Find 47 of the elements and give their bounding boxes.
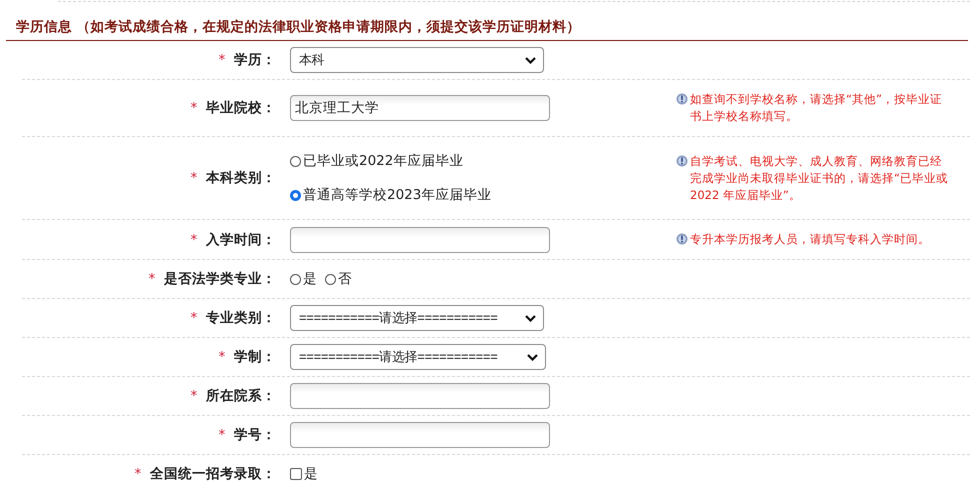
radio-button[interactable] <box>290 190 301 200</box>
dropdown[interactable]: 本科 <box>290 47 544 73</box>
chevron-icon <box>527 354 538 360</box>
option-label: 是 <box>303 270 317 288</box>
chevron-icon <box>525 56 536 64</box>
dropdown[interactable]: ===========请选择=========== <box>290 305 544 331</box>
hint-text: 如查询不到学校名称，请选择“其他”，按毕业证书上学校名称填写。 <box>690 91 943 125</box>
radio-button[interactable] <box>325 274 336 284</box>
input-field[interactable] <box>290 422 550 448</box>
dropdown[interactable]: ===========请选择=========== <box>290 344 546 370</box>
required-mark: * <box>190 388 198 404</box>
field-label: 专业类别： <box>206 310 276 326</box>
checkbox[interactable] <box>290 468 302 480</box>
info-icon <box>676 93 688 105</box>
field-label: 毕业院校： <box>206 100 276 116</box>
required-mark: * <box>148 271 156 287</box>
chevron-icon <box>525 314 536 322</box>
option-label: 否 <box>338 270 352 288</box>
field-label: 本科类别： <box>206 170 276 186</box>
option-label: 已毕业或2022年应届毕业 <box>303 152 464 170</box>
input-field[interactable] <box>290 226 550 252</box>
radio-button[interactable] <box>290 156 301 166</box>
field-label: 学号： <box>234 427 276 443</box>
required-mark: * <box>190 310 198 326</box>
input-field[interactable] <box>290 383 550 409</box>
required-mark: * <box>134 466 142 482</box>
required-mark: * <box>218 349 226 365</box>
option-label: 是 <box>304 465 318 483</box>
radio-button[interactable] <box>290 274 301 284</box>
info-icon <box>676 154 688 166</box>
field-label: 所在院系： <box>206 388 276 404</box>
section-title: 学历信息 （如考试成绩合格，在规定的法律职业资格申请期限内，须提交该学历证明材料） <box>6 18 968 41</box>
field-label: 入学时间： <box>206 232 276 248</box>
field-label: 学历： <box>234 52 276 68</box>
required-mark: * <box>218 52 226 68</box>
required-mark: * <box>190 170 198 186</box>
info-icon <box>676 233 688 245</box>
required-mark: * <box>218 427 226 443</box>
field-label: 是否法学类专业： <box>164 271 276 287</box>
required-mark: * <box>190 100 198 116</box>
hint-text: 专升本学历报考人员，请填写专科入学时间。 <box>690 231 930 248</box>
field-label: 学制： <box>234 349 276 365</box>
hint-text: 自学考试、电视大学、成人教育、网络教育已经完成学业尚未取得毕业证书的，请选择“已毕业或 2022 年应届毕业”。 <box>690 152 949 204</box>
required-mark: * <box>190 232 198 248</box>
field-label: 全国统一招考录取： <box>150 466 276 482</box>
option-label: 普通高等学校2023年应届毕业 <box>303 186 492 204</box>
input-field[interactable]: 北京理工大学 <box>290 95 550 121</box>
